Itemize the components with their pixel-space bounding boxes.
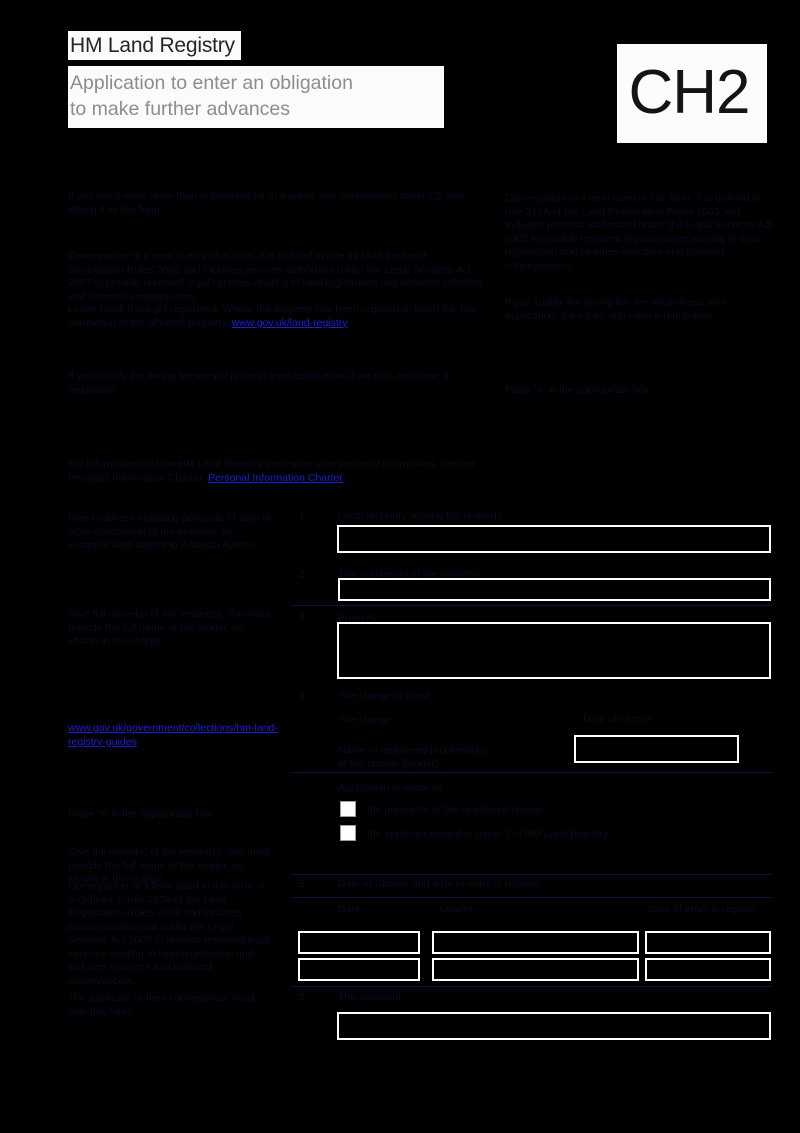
date-of-charge-label: Date of charge bbox=[583, 713, 652, 725]
page-title: Application to enter an obligation to ma… bbox=[68, 66, 444, 128]
section-3-number: 3 bbox=[299, 612, 305, 624]
divider-1 bbox=[291, 605, 772, 606]
page-title-line1: Application to enter an obligation bbox=[70, 72, 353, 94]
checkbox-applicant-panel[interactable] bbox=[340, 825, 356, 841]
table-row-1-lender-input[interactable] bbox=[432, 931, 639, 954]
table-row-2-entry-input[interactable] bbox=[645, 958, 771, 981]
section-4-number: 4 bbox=[299, 690, 305, 702]
divider-4 bbox=[291, 897, 772, 898]
divider-3 bbox=[291, 874, 772, 875]
charge-line-label: The charge bbox=[338, 714, 392, 726]
table-header-date: Date bbox=[338, 903, 361, 915]
note-fee: If you supply the wrong fee we will proc… bbox=[68, 370, 449, 396]
local-authority-input[interactable] bbox=[337, 525, 771, 553]
form-page: HM Land Registry Application to enter an… bbox=[0, 0, 800, 1133]
section-2-number: 2 bbox=[299, 568, 305, 580]
table-header-lender: Lender bbox=[440, 903, 473, 915]
table-row-2-lender-input[interactable] bbox=[432, 958, 639, 981]
note-conveyancer: Conveyancer is a term used in this form.… bbox=[68, 250, 483, 303]
table-row-1-date-input[interactable] bbox=[298, 931, 420, 954]
applicant-section-number: 5 bbox=[299, 991, 305, 1003]
application-made-by-label: Application is made by bbox=[338, 782, 444, 794]
note-personal-information: For information on how HM Land Registry … bbox=[68, 458, 483, 485]
right-note-3: Place 'X' in the appropriate box. bbox=[505, 384, 653, 396]
date-of-charge-input[interactable] bbox=[574, 735, 739, 763]
table-header-entry: Date of entry in register bbox=[648, 903, 758, 915]
table-row-2-date-input[interactable] bbox=[298, 958, 420, 981]
section-4-label: The charge or deed bbox=[338, 690, 430, 702]
section-1-number: 1 bbox=[299, 510, 305, 522]
hm-land-registry-brand: HM Land Registry bbox=[68, 31, 241, 60]
right-note-1: Conveyancer is a term used in this form.… bbox=[505, 192, 773, 272]
checkbox-option-2-label: the applicant named in panel 5 of HM Lan… bbox=[367, 828, 609, 840]
note-continuation-sheet: If you need more room than is provided f… bbox=[68, 190, 464, 216]
form-code-label: CH2 bbox=[628, 58, 750, 127]
left-note-applicant: The applicant or their conveyancer must … bbox=[68, 992, 255, 1018]
left-note-table: Conveyancer is a term used in this form.… bbox=[68, 880, 270, 987]
table-section-label: Date of Charge and date of entry in regi… bbox=[338, 878, 540, 890]
divider-5 bbox=[291, 986, 772, 987]
page-title-line2: to make further advances bbox=[70, 98, 291, 120]
registry-guides-link[interactable]: www.gov.uk/government/collections/hm-lan… bbox=[68, 722, 278, 749]
right-note-2: If you supply the wrong fee we will proc… bbox=[505, 296, 728, 322]
registered-proprietor-line1: Name of registered proprietor(s) bbox=[338, 744, 488, 756]
section-1-label: Local authority serving the property bbox=[338, 510, 503, 522]
left-note-box-x: Place 'X' in the appropriate box. bbox=[68, 808, 216, 820]
form-code-box: CH2 bbox=[617, 44, 767, 143]
table-row-1-entry-input[interactable] bbox=[645, 931, 771, 954]
table-section-number: 5 bbox=[299, 878, 305, 890]
left-note-lender: Give full name(s) of the lender(s). You … bbox=[68, 608, 270, 647]
note-land-registry-info: Leave blank if not yet registered. Where… bbox=[68, 303, 483, 330]
registered-proprietor-label: Name of registered proprietor(s) of the … bbox=[338, 744, 568, 771]
registered-proprietor-line2: of the charge (lender) bbox=[338, 757, 439, 770]
checkbox-option-1-label: the proprietor of the registered charge bbox=[367, 804, 544, 816]
property-input[interactable] bbox=[337, 622, 771, 679]
checkbox-proprietor-of-charge[interactable] bbox=[340, 801, 356, 817]
applicant-input[interactable] bbox=[337, 1012, 771, 1040]
applicant-section-label: The applicant bbox=[338, 991, 402, 1003]
title-number-input[interactable] bbox=[338, 578, 771, 601]
left-note-property: Insert address including postcode (if an… bbox=[68, 512, 272, 551]
divider-2 bbox=[291, 772, 772, 773]
personal-information-charter-link[interactable]: Personal Information Charter bbox=[208, 472, 343, 484]
land-registry-link[interactable]: www.gov.uk/land-registry bbox=[232, 317, 348, 329]
